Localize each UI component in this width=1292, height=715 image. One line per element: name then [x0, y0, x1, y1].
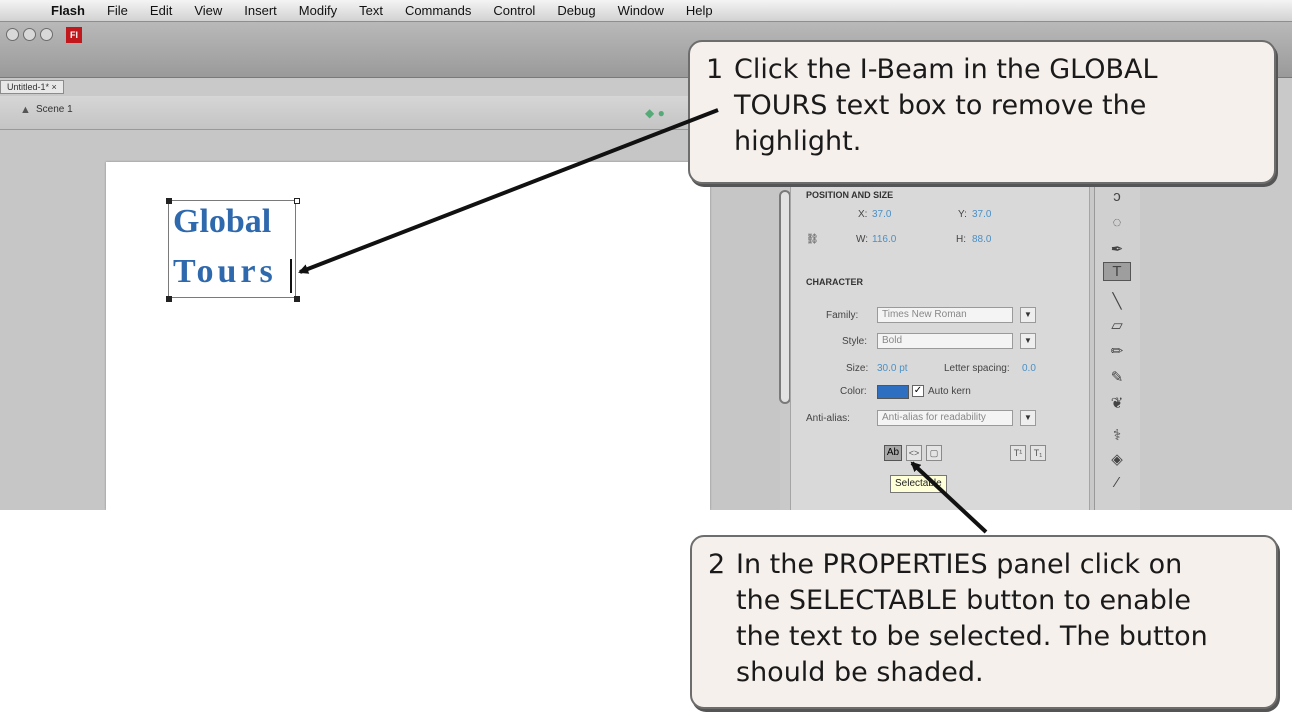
style-label: Style: [842, 336, 868, 347]
menu-file[interactable]: File [96, 3, 139, 18]
menu-help[interactable]: Help [675, 3, 724, 18]
h-value[interactable]: 88.0 [972, 234, 991, 245]
eyedropper-icon[interactable]: ⁄ [1103, 474, 1131, 491]
superscript-button[interactable]: T¹ [1010, 445, 1026, 461]
menu-insert[interactable]: Insert [233, 3, 288, 18]
callout-2-number: 2 [708, 549, 726, 580]
menu-edit[interactable]: Edit [139, 3, 183, 18]
callout-2-line-4: should be shaded. [736, 657, 984, 688]
selectable-tooltip: Selectable [890, 475, 947, 493]
bone-icon[interactable]: ⚕ [1103, 426, 1131, 444]
text-line-tours: Tours [173, 253, 277, 290]
lasso-icon[interactable]: ↄ [1103, 188, 1131, 205]
callout-1-line-3: highlight. [734, 126, 862, 157]
x-value[interactable]: 37.0 [872, 209, 891, 220]
menu-commands[interactable]: Commands [394, 3, 482, 18]
chevron-down-icon[interactable]: ▼ [1020, 333, 1036, 349]
callout-1-line-2: TOURS text box to remove the [734, 90, 1147, 121]
deco-icon[interactable]: ❦ [1103, 394, 1131, 412]
pencil-icon[interactable]: ✏ [1103, 342, 1131, 360]
selectable-button[interactable]: Ab [884, 445, 902, 461]
family-label: Family: [826, 310, 859, 321]
auto-kern-label: Auto kern [928, 386, 971, 397]
w-label: W: [856, 234, 869, 245]
callout-1-number: 1 [706, 54, 724, 85]
menu-view[interactable]: View [183, 3, 233, 18]
menu-window[interactable]: Window [607, 3, 675, 18]
rectangle-icon[interactable]: ▱ [1103, 316, 1131, 334]
document-tab[interactable]: Untitled-1* × [0, 80, 64, 94]
menu-debug[interactable]: Debug [546, 3, 606, 18]
menu-text[interactable]: Text [348, 3, 394, 18]
auto-kern-checkbox[interactable]: ✓ [912, 385, 924, 397]
zoom-window-button[interactable] [40, 28, 53, 41]
chevron-down-icon[interactable]: ▼ [1020, 410, 1036, 426]
letter-spacing-value[interactable]: 0.0 [1022, 363, 1036, 374]
style-select[interactable]: Bold [877, 333, 1013, 349]
close-window-button[interactable] [6, 28, 19, 41]
brush-icon[interactable]: ✎ [1103, 368, 1131, 386]
resize-handle[interactable] [166, 296, 172, 302]
edit-symbols-icon[interactable]: ◆ ● [645, 106, 665, 120]
lock-icon[interactable]: ⛓ [806, 234, 819, 245]
flash-app-icon: Fl [66, 27, 82, 43]
size-value[interactable]: 30.0 pt [877, 363, 908, 374]
callout-step-1: 1 Click the I-Beam in the GLOBAL TOURS t… [688, 40, 1276, 184]
callout-2-line-1: In the PROPERTIES panel click on [736, 549, 1183, 580]
menubar: Flash File Edit View Insert Modify Text … [0, 0, 1292, 22]
size-label: Size: [846, 363, 869, 374]
lasso-tool-icon[interactable]: ◌ [1103, 214, 1131, 231]
chevron-down-icon[interactable]: ▼ [1020, 307, 1036, 323]
family-select[interactable]: Times New Roman [877, 307, 1013, 323]
character-header[interactable]: CHARACTER [806, 277, 863, 287]
subscript-button[interactable]: T₁ [1030, 445, 1046, 461]
text-line-global: Global [173, 203, 272, 240]
y-value[interactable]: 37.0 [972, 209, 991, 220]
callout-2-line-3: the text to be selected. The button [736, 621, 1208, 652]
edit-bar: ▲ Scene 1 ◆ ● [0, 96, 780, 130]
scene-label[interactable]: Scene 1 [36, 104, 73, 115]
resize-handle[interactable] [294, 296, 300, 302]
letter-spacing-label: Letter spacing: [944, 363, 1010, 374]
menu-control[interactable]: Control [482, 3, 546, 18]
w-value[interactable]: 116.0 [872, 234, 896, 245]
html-render-button[interactable]: <> [906, 445, 922, 461]
h-label: H: [956, 234, 966, 245]
callout-step-2: 2 In the PROPERTIES panel click on the S… [690, 535, 1278, 709]
paint-bucket-icon[interactable]: ◈ [1103, 450, 1131, 468]
anti-alias-select[interactable]: Anti-alias for readability [877, 410, 1013, 426]
global-tours-text-box[interactable]: Global Tours [166, 198, 300, 302]
callout-2-line-2: the SELECTABLE button to enable [736, 585, 1191, 616]
width-handle[interactable] [294, 198, 300, 204]
line-icon[interactable]: ╲ [1103, 292, 1131, 310]
menu-modify[interactable]: Modify [288, 3, 348, 18]
minimize-window-button[interactable] [23, 28, 36, 41]
text-color-swatch[interactable] [877, 385, 909, 399]
text-tool-icon[interactable]: T [1103, 262, 1131, 281]
window-controls [6, 28, 53, 41]
anti-alias-label: Anti-alias: [806, 413, 850, 424]
menu-flash[interactable]: Flash [40, 3, 96, 18]
i-beam-cursor[interactable] [290, 259, 292, 293]
color-label: Color: [840, 386, 867, 397]
x-label: X: [858, 209, 868, 220]
y-label: Y: [958, 209, 967, 220]
border-button[interactable]: ▢ [926, 445, 942, 461]
resize-handle[interactable] [166, 198, 172, 204]
position-size-header[interactable]: POSITION AND SIZE [806, 190, 893, 200]
pen-icon[interactable]: ✒ [1103, 240, 1131, 258]
scene-icon: ▲ [20, 104, 31, 116]
callout-1-line-1: Click the I-Beam in the GLOBAL [734, 54, 1158, 85]
